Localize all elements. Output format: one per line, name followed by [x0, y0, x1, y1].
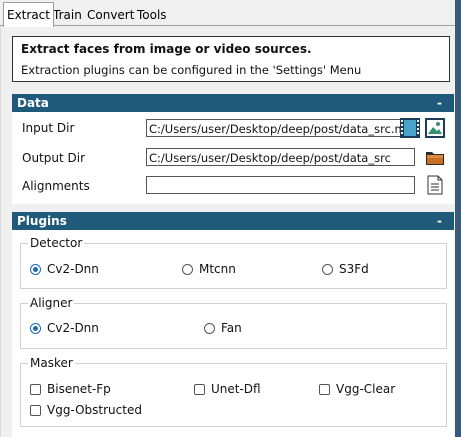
masker-label: Masker	[28, 356, 75, 370]
checkbox-icon	[30, 383, 41, 395]
radio-selected-icon	[30, 263, 41, 275]
tab-convert[interactable]: Convert	[84, 5, 137, 25]
aligner-option-fan[interactable]: Fan	[204, 321, 242, 335]
masker-option-label: Unet-Dfl	[211, 382, 261, 396]
checkbox-icon	[30, 404, 41, 416]
data-section-body: Input Dir C:/Users/user/Desktop/deep/pos…	[12, 112, 454, 204]
plugins-section-title: Plugins	[17, 214, 67, 228]
alignments-field[interactable]	[146, 176, 415, 194]
info-title: Extract faces from image or video source…	[21, 42, 312, 56]
detector-option-s3fd[interactable]: S3Fd	[322, 262, 369, 276]
data-section-header[interactable]: Data -	[12, 94, 454, 112]
folder-icon[interactable]	[424, 146, 446, 168]
detector-option-mtcnn[interactable]: Mtcnn	[182, 262, 236, 276]
checkbox-icon	[194, 383, 205, 395]
output-dir-field[interactable]: C:/Users/user/Desktop/deep/post/data_src	[146, 148, 415, 166]
radio-icon	[182, 263, 193, 275]
image-icon[interactable]	[424, 117, 446, 139]
tab-extract[interactable]: Extract	[3, 2, 54, 27]
masker-option-label: Vgg-Obstructed	[47, 403, 142, 417]
info-box: Extract faces from image or video source…	[12, 36, 450, 82]
plugins-section-header[interactable]: Plugins -	[12, 212, 454, 230]
window-edge	[455, 0, 461, 437]
info-subtitle: Extraction plugins can be configured in …	[21, 63, 362, 77]
detector-option-label: Mtcnn	[199, 262, 236, 276]
tab-train[interactable]: Train	[50, 5, 85, 25]
masker-option-bisenet-fp[interactable]: Bisenet-Fp	[30, 382, 111, 396]
masker-option-vgg-clear[interactable]: Vgg-Clear	[319, 382, 395, 396]
collapse-icon[interactable]: -	[437, 94, 442, 112]
checkbox-icon	[319, 383, 330, 395]
alignments-label: Alignments	[22, 179, 90, 193]
detector-option-cv2-dnn[interactable]: Cv2-Dnn	[30, 262, 99, 276]
detector-option-label: Cv2-Dnn	[47, 262, 99, 276]
collapse-icon[interactable]: -	[437, 212, 442, 230]
radio-icon	[204, 322, 215, 334]
output-dir-label: Output Dir	[22, 151, 86, 165]
radio-selected-icon	[30, 322, 41, 334]
aligner-option-label: Fan	[221, 321, 242, 335]
film-icon[interactable]	[399, 117, 421, 139]
input-dir-label: Input Dir	[22, 121, 75, 135]
aligner-option-cv2-dnn[interactable]: Cv2-Dnn	[30, 321, 99, 335]
aligner-label: Aligner	[28, 296, 75, 310]
masker-option-vgg-obstructed[interactable]: Vgg-Obstructed	[30, 403, 142, 417]
input-dir-field[interactable]: C:/Users/user/Desktop/deep/post/data_src…	[146, 119, 415, 137]
detector-label: Detector	[28, 236, 85, 250]
data-section-title: Data	[17, 96, 49, 110]
masker-option-label: Bisenet-Fp	[47, 382, 111, 396]
file-icon[interactable]	[424, 174, 446, 196]
aligner-option-label: Cv2-Dnn	[47, 321, 99, 335]
tab-tools[interactable]: Tools	[134, 5, 170, 25]
masker-option-unet-dfl[interactable]: Unet-Dfl	[194, 382, 261, 396]
masker-option-label: Vgg-Clear	[336, 382, 396, 396]
tab-bar: Extract Train Convert Tools	[0, 0, 455, 27]
radio-icon	[322, 263, 333, 275]
detector-option-label: S3Fd	[339, 262, 369, 276]
